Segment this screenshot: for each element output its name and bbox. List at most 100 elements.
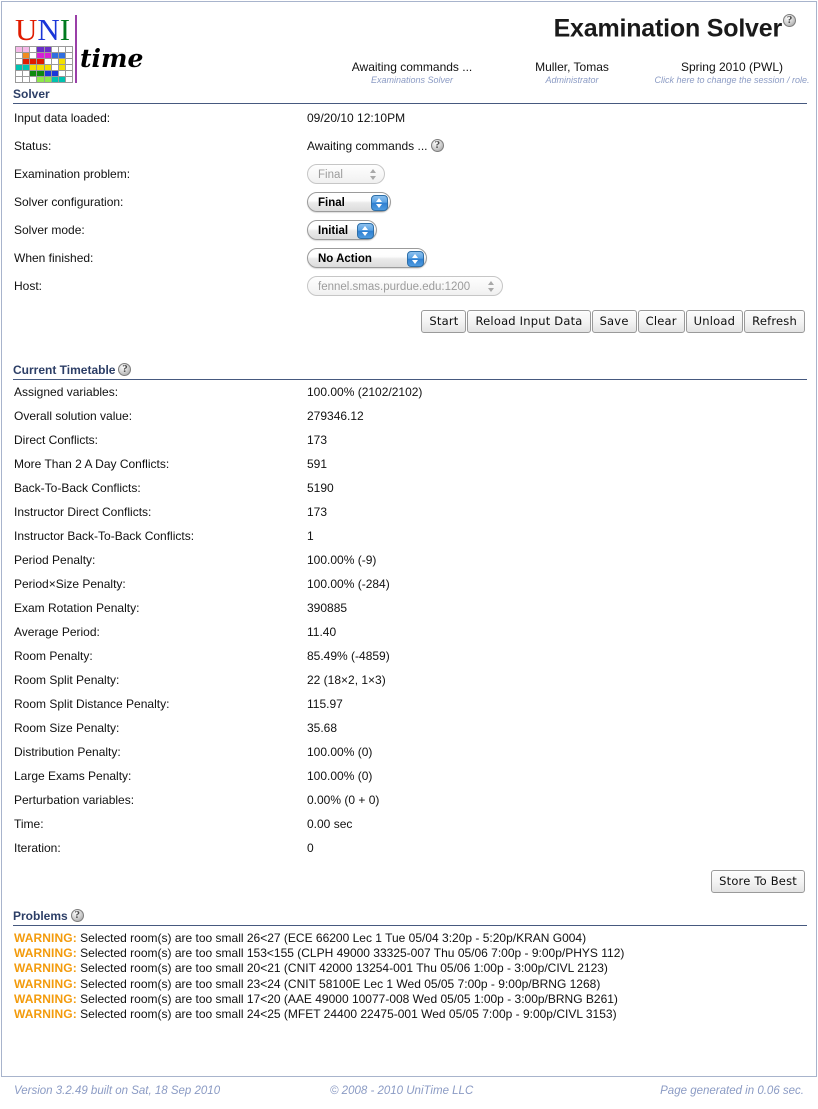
row-value: 100.00% (-9) [307,553,377,567]
header-solver-status-text: Awaiting commands ... [351,60,473,74]
list-item: WARNING: Selected room(s) are too small … [14,931,816,946]
row-label: Solver configuration: [14,195,124,209]
header-user-name: Muller, Tomas [535,60,609,74]
row-label: Instructor Back-To-Back Conflicts: [14,529,195,543]
warning-badge: WARNING: [14,931,77,945]
warning-badge: WARNING: [14,1007,77,1022]
save-button[interactable]: Save [591,310,637,333]
row-label: Host: [14,279,43,293]
table-row: Average Period: 11.40 [2,620,816,644]
row-label: Period×Size Penalty: [14,577,126,591]
logo-timetable-grid-icon [14,46,74,83]
problems-help-icon[interactable] [70,909,84,922]
store-to-best-button[interactable]: Store To Best [711,870,805,893]
row-label: Exam Rotation Penalty: [14,601,140,615]
host-value: fennel.smas.purdue.edu:1200 [318,281,471,293]
solver-configuration-select[interactable]: Final [307,192,391,212]
stepper-icon [357,222,374,239]
row-label: Assigned variables: [14,385,119,399]
status-text: Awaiting commands ... [307,139,428,153]
unitime-logo: UNI time [12,14,143,86]
list-item: WARNING: Selected room(s) are too small … [14,992,816,1007]
stepper-icon [371,194,388,211]
table-row: Assigned variables: 100.00% (2102/2102) [2,380,816,404]
list-item: WARNING: Selected room(s) are too small … [14,946,816,961]
table-row: Time: 0.00 sec [2,812,816,836]
warning-message: Selected room(s) are too small 24<25 (MF… [80,1007,617,1022]
row-label: Overall solution value: [14,409,133,423]
row-value: 279346.12 [307,409,364,423]
warning-badge: WARNING: [14,946,77,961]
table-row: Host: fennel.smas.purdue.edu:1200 [2,272,816,300]
clear-button[interactable]: Clear [637,310,685,333]
header-cell-session[interactable]: Spring 2010 (PWL) Click here to change t… [652,60,812,86]
row-label: Input data loaded: [14,111,111,125]
header-user-role: Administrator [545,75,599,85]
table-row: Back-To-Back Conflicts: 5190 [2,476,816,500]
row-value: 100.00% (-284) [307,577,390,591]
start-button[interactable]: Start [421,310,467,333]
warning-message: Selected room(s) are too small 23<24 (CN… [80,976,601,991]
status-help-icon[interactable] [430,139,444,152]
when-finished-value: No Action [318,253,372,265]
examination-problem-select[interactable]: Final [307,164,385,184]
problems-section-heading: Problems [13,909,807,926]
list-item: WARNING: Selected room(s) are too small … [14,961,816,976]
row-label: More Than 2 A Day Conflicts: [14,457,170,471]
row-value: 100.00% (0) [307,769,373,783]
solver-section-heading: Solver [13,87,807,104]
table-row: Distribution Penalty: 100.00% (0) [2,740,816,764]
header-session-hint: Click here to change the session / role. [654,75,810,85]
footer-copyright: © 2008 - 2010 UniTime LLC [330,1085,474,1097]
status-value: Awaiting commands ... [307,132,816,160]
table-row: Room Penalty: 85.49% (-4859) [2,644,816,668]
table-row: Instructor Direct Conflicts: 173 [2,500,816,524]
row-label: Solver mode: [14,223,85,237]
row-value: 390885 [307,601,348,615]
title-help-icon[interactable] [783,14,796,27]
host-select[interactable]: fennel.smas.purdue.edu:1200 [307,276,503,296]
current-timetable-help-icon[interactable] [118,363,132,376]
row-label: Direct Conflicts: [14,433,99,447]
warning-message: Selected room(s) are too small 20<21 (CN… [80,961,608,976]
footer-generated-time: Page generated in 0.06 sec. [660,1085,804,1097]
solver-table: Input data loaded: 09/20/10 12:10PM Stat… [2,104,816,300]
table-row: Period Penalty: 100.00% (-9) [2,548,816,572]
row-value: 85.49% (-4859) [307,649,390,663]
table-row: Examination problem: Final [2,160,816,188]
input-data-loaded-value: 09/20/10 12:10PM [307,111,406,125]
row-value: 173 [307,433,328,447]
row-value: 0.00 sec [307,817,353,831]
solver-action-buttons: Start Reload Input Data Save Clear Unload Ref… [2,300,816,333]
row-label: Status: [14,139,52,153]
stepper-icon [484,279,499,294]
row-label: Room Size Penalty: [14,721,120,735]
stepper-icon [407,250,424,267]
row-value: 591 [307,457,328,471]
table-row: Instructor Back-To-Back Conflicts: 1 [2,524,816,548]
table-row: Solver configuration: Final [2,188,816,216]
page-header: UNI time Examination Solver? Awaiting co… [2,2,816,87]
table-row: When finished: No Action [2,244,816,272]
header-cell-solver-status: Awaiting commands ... Examinations Solve… [332,60,492,86]
header-cell-user[interactable]: Muller, Tomas Administrator [492,60,652,86]
row-label: Instructor Direct Conflicts: [14,505,152,519]
row-label: Large Exams Penalty: [14,769,132,783]
solver-mode-select[interactable]: Initial [307,220,377,240]
logo-time-text: time [80,44,144,73]
warning-message: Selected room(s) are too small 17<20 (AA… [80,991,618,1006]
when-finished-select[interactable]: No Action [307,248,427,268]
unload-button[interactable]: Unload [685,310,744,333]
reload-input-data-button[interactable]: Reload Input Data [467,310,591,333]
table-row: Overall solution value: 279346.12 [2,404,816,428]
row-value: 1 [307,529,314,543]
timetable-action-buttons: Store To Best [2,860,816,893]
refresh-button[interactable]: Refresh [744,310,805,333]
row-value: 100.00% (0) [307,745,373,759]
row-label: Examination problem: [14,167,131,181]
row-label: Room Split Distance Penalty: [14,697,170,711]
solver-section-heading-text: Solver [13,87,50,101]
logo-divider-bar [75,15,77,83]
row-label: Period Penalty: [14,553,96,567]
